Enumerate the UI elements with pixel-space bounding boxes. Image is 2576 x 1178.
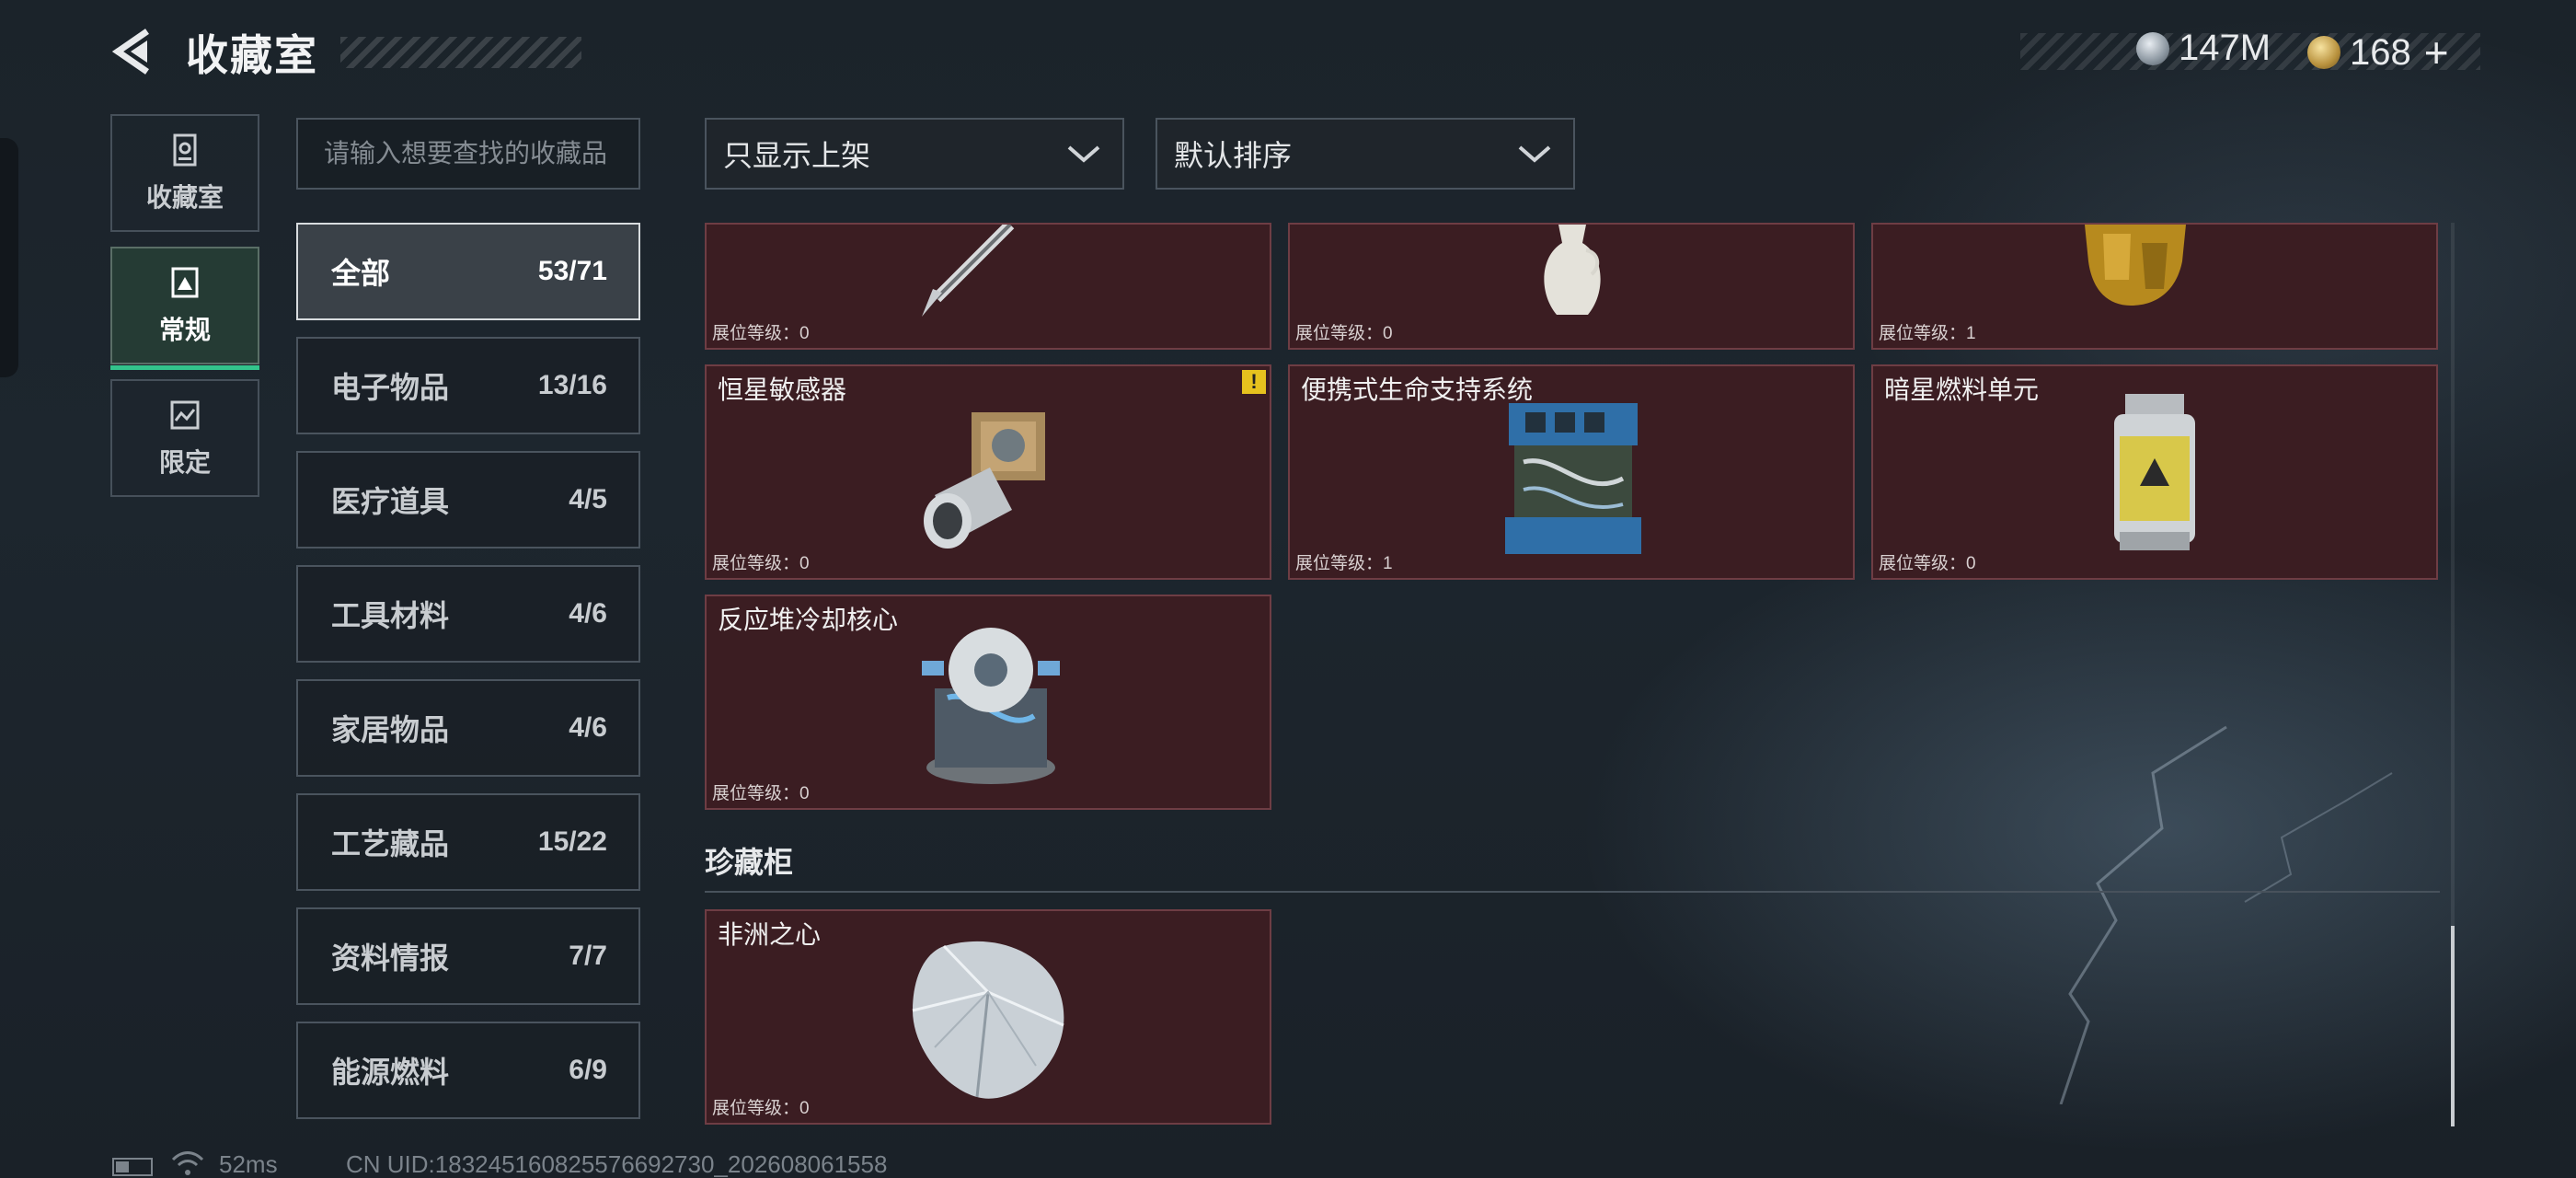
category-all[interactable]: 全部 53/71 xyxy=(296,223,640,320)
category-electronics[interactable]: 电子物品 13/16 xyxy=(296,337,640,434)
header: 收藏室 147M 168 + xyxy=(0,0,2576,110)
mode-tab-label: 限定 xyxy=(158,448,211,477)
mode-tab-label: 收藏室 xyxy=(145,183,224,212)
pen-icon xyxy=(922,225,1015,317)
frame-icon xyxy=(171,267,199,298)
gold-amount: 168 xyxy=(2350,31,2411,73)
gold-coin-icon xyxy=(2307,36,2340,69)
item-name: 恒星敏感器 xyxy=(718,375,847,404)
item-name: 便携式生命支持系统 xyxy=(1301,375,1534,404)
silver-coin-icon xyxy=(2136,31,2169,65)
category-label: 电子物品 xyxy=(331,371,450,404)
category-count: 4/6 xyxy=(569,712,607,743)
collection-card[interactable]: 反应堆冷却核心 展位等级：0 xyxy=(705,595,1271,810)
collection-card[interactable]: 便携式生命支持系统 展位等级：1 xyxy=(1288,364,1855,580)
mode-tab-vault[interactable]: 收藏室 xyxy=(110,114,259,232)
sort-dropdown[interactable]: 默认排序 xyxy=(1156,118,1575,190)
gold-statue-icon xyxy=(2085,225,2186,306)
collection-card[interactable]: 恒星敏感器 ! 展位等级：0 xyxy=(705,364,1271,580)
booth-level: 展位等级：0 xyxy=(1879,554,1976,573)
section-title: 珍藏柜 xyxy=(705,846,794,879)
chevron-down-icon xyxy=(1067,145,1100,163)
silver-currency: 147M xyxy=(2136,28,2271,69)
status-footer: 52ms CN UID:18324516082557669273​0_20260… xyxy=(0,1141,2576,1178)
category-count: 4/6 xyxy=(569,598,607,629)
vase-icon xyxy=(1544,225,1601,315)
back-arrow-icon[interactable] xyxy=(110,28,158,75)
life-support-icon xyxy=(1505,403,1641,554)
warning-icon: ! xyxy=(1242,370,1266,394)
category-count: 13/16 xyxy=(537,370,607,400)
silver-amount: 147M xyxy=(2179,28,2271,68)
display-filter-dropdown[interactable]: 只显示上架 xyxy=(705,118,1124,190)
screen-notch xyxy=(0,138,18,377)
category-household[interactable]: 家居物品 4/6 xyxy=(296,679,640,777)
category-label: 家居物品 xyxy=(331,713,450,746)
category-label: 工艺藏品 xyxy=(331,827,450,860)
diamond-icon xyxy=(912,941,1064,1099)
reactor-core-icon xyxy=(922,628,1060,784)
battery-icon xyxy=(112,1158,153,1176)
booth-level: 展位等级：0 xyxy=(1295,324,1393,343)
collection-card[interactable]: 展位等级：1 xyxy=(1871,223,2438,350)
booth-level: 展位等级：0 xyxy=(712,1099,810,1118)
category-label: 资料情报 xyxy=(331,941,450,975)
booth-level: 展位等级：1 xyxy=(1295,554,1393,573)
category-intel[interactable]: 资料情报 7/7 xyxy=(296,907,640,1005)
collection-grid: 展位等级：0 展位等级：0 展位等级：1 恒星敏感器 ! 展位等级：0 便携式生… xyxy=(705,223,2440,1132)
wifi-icon xyxy=(171,1151,204,1175)
search-input[interactable] xyxy=(296,118,640,190)
user-uid: CN UID:18324516082557669273​0_2026080615… xyxy=(346,1150,888,1178)
category-count: 4/5 xyxy=(569,484,607,514)
mode-tab-label: 常规 xyxy=(158,316,211,344)
category-label: 医疗道具 xyxy=(331,485,450,518)
category-count: 6/9 xyxy=(569,1055,607,1085)
sort-value: 默认排序 xyxy=(1174,139,1293,172)
category-energy[interactable]: 能源燃料 6/9 xyxy=(296,1022,640,1119)
collection-card[interactable]: 非洲之心 展位等级：0 xyxy=(705,909,1271,1125)
fuel-cell-icon xyxy=(2114,394,2195,550)
category-tools[interactable]: 工具材料 4/6 xyxy=(296,565,640,663)
booth-level: 展位等级：0 xyxy=(712,554,810,573)
booth-level: 展位等级：0 xyxy=(712,784,810,803)
star-sensor-icon xyxy=(924,412,1045,549)
gold-currency[interactable]: 168 + xyxy=(2307,28,2449,77)
mode-tab-limited[interactable]: 限定 xyxy=(110,379,259,497)
category-count: 7/7 xyxy=(569,941,607,971)
category-count: 53/71 xyxy=(537,256,607,286)
limited-icon xyxy=(170,400,200,430)
collection-card[interactable]: 暗星燃料单元 展位等级：0 xyxy=(1871,364,2438,580)
display-filter-value: 只显示上架 xyxy=(723,139,871,172)
category-medical[interactable]: 医疗道具 4/5 xyxy=(296,451,640,549)
item-name: 暗星燃料单元 xyxy=(1884,375,2040,404)
scrollbar-thumb[interactable] xyxy=(2451,926,2455,1126)
chevron-down-icon xyxy=(1518,145,1551,163)
collection-card[interactable]: 展位等级：0 xyxy=(1288,223,1855,350)
add-currency-button[interactable]: + xyxy=(2424,28,2449,77)
category-count: 15/22 xyxy=(537,826,607,857)
vault-icon xyxy=(173,133,197,167)
category-label: 能源燃料 xyxy=(331,1056,450,1089)
category-label: 工具材料 xyxy=(331,599,450,632)
section-divider xyxy=(705,891,2440,893)
mode-tab-regular[interactable]: 常规 xyxy=(110,247,259,370)
item-name: 非洲之心 xyxy=(718,920,822,949)
category-crafts[interactable]: 工艺藏品 15/22 xyxy=(296,793,640,891)
page-title: 收藏室 xyxy=(186,31,318,79)
item-name: 反应堆冷却核心 xyxy=(718,606,899,634)
ping-value: 52ms xyxy=(219,1150,278,1178)
title-stripes-decoration xyxy=(340,37,581,68)
collection-card[interactable]: 展位等级：0 xyxy=(705,223,1271,350)
booth-level: 展位等级：1 xyxy=(1879,324,1976,343)
booth-level: 展位等级：0 xyxy=(712,324,810,343)
category-label: 全部 xyxy=(331,257,391,290)
